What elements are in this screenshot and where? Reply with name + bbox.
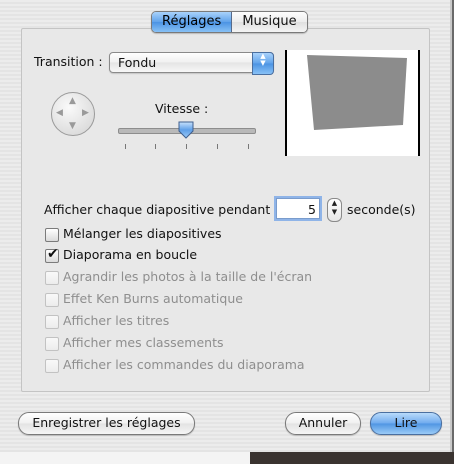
tab-music[interactable]: Musique xyxy=(232,12,307,32)
tab-bar: Réglages Musique xyxy=(151,11,308,33)
show-ratings-label: Afficher mes classements xyxy=(63,335,224,350)
shuffle-label: Mélanger les diapositives xyxy=(63,226,222,241)
background-window-strip xyxy=(0,452,454,464)
transition-label: Transition : xyxy=(34,54,103,69)
scale-photos-label: Agrandir les photos à la taille de l'écr… xyxy=(63,269,313,284)
preview-slide-image xyxy=(307,55,407,130)
speed-label: Vitesse : xyxy=(155,101,209,116)
speed-slider-thumb[interactable] xyxy=(178,121,194,139)
display-time-suffix: seconde(s) xyxy=(347,202,416,217)
tab-settings[interactable]: Réglages xyxy=(152,12,233,32)
ken-burns-checkbox[interactable] xyxy=(45,293,59,307)
transition-preview xyxy=(285,50,420,156)
cancel-button[interactable]: Annuler xyxy=(285,412,361,435)
transition-popup[interactable]: Fondu ▲ ▼ xyxy=(109,52,274,75)
ken-burns-label: Effet Ken Burns automatique xyxy=(63,291,243,306)
slider-tick xyxy=(248,144,249,149)
slider-tick xyxy=(217,144,218,149)
loop-label: Diaporama en boucle xyxy=(63,247,198,262)
transition-value: Fondu xyxy=(118,55,157,70)
loop-checkbox[interactable]: ✔ xyxy=(45,246,59,263)
scale-photos-checkbox[interactable] xyxy=(45,271,59,285)
play-button[interactable]: Lire xyxy=(370,412,442,435)
show-controls-label: Afficher les commandes du diaporama xyxy=(63,357,305,372)
seconds-input[interactable]: 5 xyxy=(276,198,320,219)
show-ratings-checkbox[interactable] xyxy=(45,337,59,351)
show-controls-checkbox[interactable] xyxy=(45,359,59,373)
arrow-left-icon: ◀ xyxy=(56,108,63,118)
seconds-stepper[interactable]: ▲ ▼ xyxy=(327,198,342,222)
shuffle-checkbox[interactable] xyxy=(45,228,59,242)
arrow-down-icon: ▼ xyxy=(69,121,76,131)
display-time-prefix: Afficher chaque diapositive pendant xyxy=(44,202,271,217)
arrow-right-icon: ▶ xyxy=(82,108,89,118)
save-settings-button[interactable]: Enregistrer les réglages xyxy=(18,412,195,435)
slider-tick xyxy=(186,144,187,149)
direction-pad-icon[interactable]: ▲ ▼ ◀ ▶ xyxy=(51,92,95,136)
arrow-up-icon: ▲ xyxy=(69,96,76,106)
checkmark-icon: ✔ xyxy=(47,246,59,262)
slider-tick xyxy=(125,144,126,149)
show-titles-label: Afficher les titres xyxy=(63,313,170,328)
slider-tick xyxy=(155,144,156,149)
show-titles-checkbox[interactable] xyxy=(45,315,59,329)
popup-arrows-icon: ▲ ▼ xyxy=(252,52,274,75)
